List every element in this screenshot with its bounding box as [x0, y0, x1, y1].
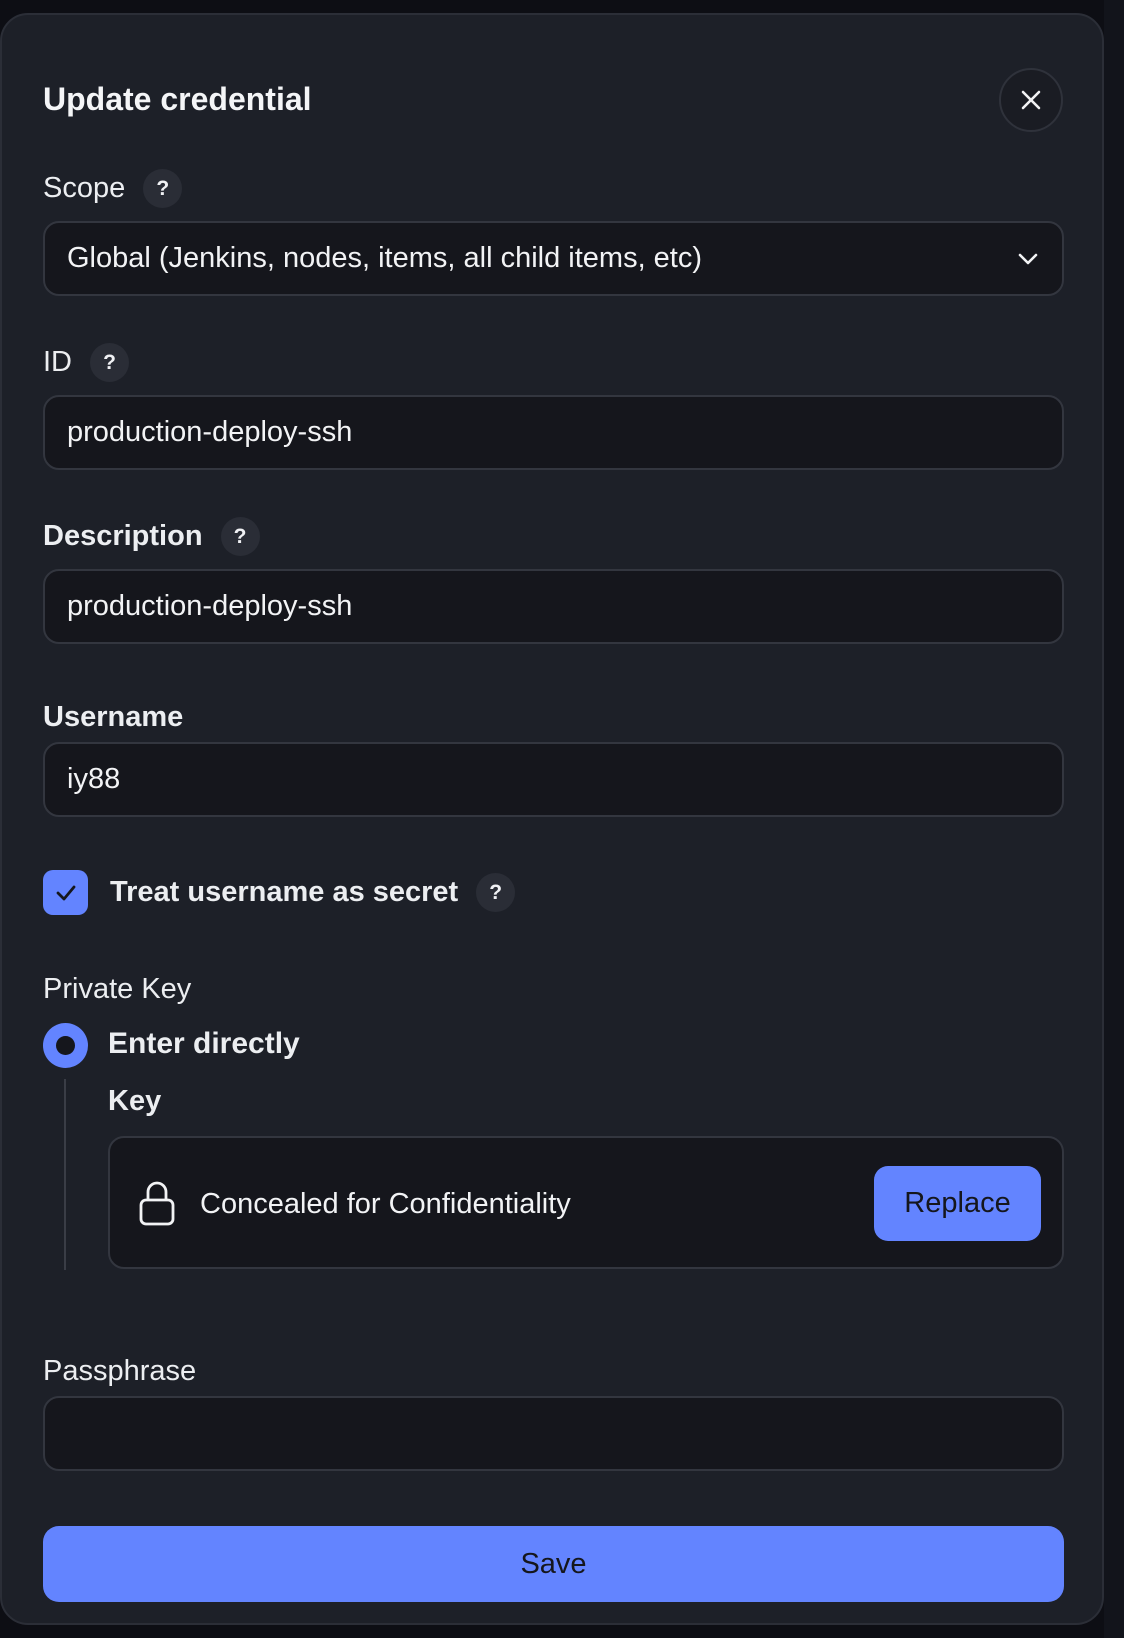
scope-selected-value: Global (Jenkins, nodes, items, all child…: [67, 242, 703, 274]
passphrase-input[interactable]: [67, 1398, 1040, 1469]
description-label: Description ?: [43, 517, 260, 556]
option-indent-line: [64, 1079, 66, 1270]
scope-label: Scope ?: [43, 169, 183, 208]
username-field[interactable]: [43, 742, 1064, 817]
id-label-text: ID: [43, 346, 72, 378]
id-label: ID ?: [43, 343, 129, 382]
id-field[interactable]: [43, 395, 1064, 470]
username-input[interactable]: [67, 744, 1040, 815]
key-label: Key: [108, 1085, 161, 1118]
description-field[interactable]: [43, 569, 1064, 644]
save-button[interactable]: Save: [43, 1526, 1064, 1602]
concealed-text: Concealed for Confidentiality: [200, 1188, 571, 1220]
scope-label-text: Scope: [43, 172, 126, 204]
username-label: Username: [43, 701, 183, 734]
close-button[interactable]: [999, 68, 1063, 132]
id-help-button[interactable]: ?: [90, 343, 129, 382]
dialog-title: Update credential: [43, 81, 312, 117]
chevron-down-icon: [1018, 253, 1038, 265]
replace-button[interactable]: Replace: [874, 1166, 1041, 1241]
treat-username-secret-text: Treat username as secret: [110, 876, 459, 908]
radio-selected-dot: [56, 1036, 75, 1055]
lock-icon: [139, 1181, 175, 1226]
passphrase-label: Passphrase: [43, 1355, 196, 1388]
description-label-text: Description: [43, 520, 203, 552]
secret-help-button[interactable]: ?: [476, 873, 516, 912]
update-credential-dialog: Update credential Scope ? Global (Jenkin…: [0, 13, 1104, 1625]
page-backdrop: [1104, 0, 1124, 1638]
id-input[interactable]: [67, 397, 1040, 468]
treat-username-secret-checkbox[interactable]: [43, 870, 88, 915]
concealed-key-box: Concealed for Confidentiality Replace: [108, 1136, 1064, 1269]
private-key-label-text: Private Key: [43, 973, 192, 1005]
enter-directly-radio[interactable]: [43, 1023, 88, 1068]
description-help-button[interactable]: ?: [220, 517, 260, 556]
description-input[interactable]: [67, 571, 1040, 642]
check-icon: [56, 885, 75, 900]
passphrase-label-text: Passphrase: [43, 1355, 197, 1387]
username-label-text: Username: [43, 701, 184, 733]
private-key-label: Private Key: [43, 973, 191, 1006]
treat-username-secret-label: Treat username as secret ?: [110, 873, 516, 912]
scope-help-button[interactable]: ?: [143, 169, 183, 208]
scope-select[interactable]: Global (Jenkins, nodes, items, all child…: [43, 221, 1064, 296]
passphrase-field[interactable]: [43, 1396, 1064, 1471]
enter-directly-label: Enter directly: [108, 1027, 300, 1060]
close-icon: [1021, 90, 1041, 110]
key-label-text: Key: [108, 1085, 162, 1117]
